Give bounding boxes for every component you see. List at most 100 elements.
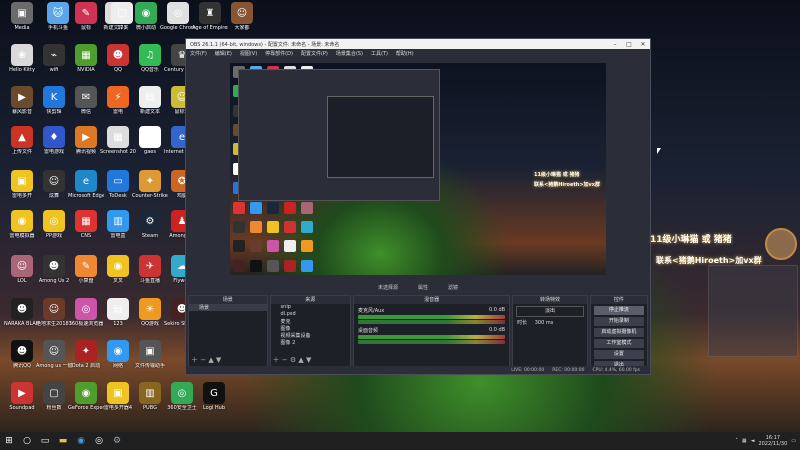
desktop-icon[interactable]: ▥ PUBG bbox=[132, 382, 168, 411]
desktop-icon[interactable]: ◎ PP游戏 bbox=[36, 210, 72, 239]
desktop-icon[interactable]: K 快剪辑 bbox=[36, 86, 72, 115]
desktop-icon[interactable]: ☻ QQ bbox=[100, 44, 136, 73]
desktop-icon[interactable]: ☺ LOL bbox=[4, 255, 40, 284]
obs-window[interactable]: OBS 26.1.1 (64-bit, windows) - 配置文件: 未命名… bbox=[185, 38, 651, 375]
edge-icon[interactable]: ◉ bbox=[72, 432, 90, 450]
desktop-icon[interactable]: ▤ 新建文本 bbox=[132, 86, 168, 115]
desktop-icon[interactable]: ▶ 暴风影音 bbox=[4, 86, 40, 115]
desktop-icon[interactable]: ◉ 微小启动 bbox=[128, 2, 164, 31]
desktop-icon[interactable]: ▣ 文件传输助手 bbox=[132, 340, 168, 369]
studio-mode-button[interactable]: 工作室模式 bbox=[593, 339, 645, 348]
source-item[interactable]: 图像 bbox=[271, 325, 350, 332]
menu-tools[interactable]: 工具(T) bbox=[371, 50, 388, 57]
volume-icon[interactable]: ◄ bbox=[751, 438, 755, 444]
desktop-icon[interactable]: ▣ Media bbox=[4, 2, 40, 31]
desktop-icon[interactable]: ▦ CNS bbox=[68, 210, 104, 239]
maximize-icon[interactable]: □ bbox=[622, 41, 636, 48]
menu-docks[interactable]: 停靠部件(D) bbox=[265, 50, 293, 57]
tray-chevron-icon[interactable]: ˄ bbox=[735, 438, 738, 444]
desktop-icon[interactable]: ▣ 雷电多开 bbox=[4, 170, 40, 199]
minimize-icon[interactable]: – bbox=[608, 41, 622, 48]
desktop-icon[interactable]: ▤ 123 bbox=[100, 298, 136, 327]
desktop-icon[interactable]: ✉ 微信 bbox=[68, 86, 104, 115]
notifications-icon[interactable]: ▭ bbox=[791, 438, 796, 444]
desktop-icon[interactable]: ▶ 腾讯视频 bbox=[68, 126, 104, 155]
desktop-icon[interactable]: ◉ 雷电模拟器 bbox=[4, 210, 40, 239]
desktop-icon[interactable]: ♦ 雷电游戏 bbox=[36, 126, 72, 155]
duration-value[interactable]: 300 ms bbox=[535, 320, 554, 326]
menu-scene-collection[interactable]: 场景集合(S) bbox=[336, 50, 363, 57]
desktop-icon[interactable]: ▦Screenshot 2022123... bbox=[100, 126, 136, 155]
source-item[interactable]: 图像 2 bbox=[271, 339, 350, 346]
desktop-icon[interactable]: ◎ 360安全卫士 bbox=[164, 382, 200, 411]
volume-meter[interactable] bbox=[358, 315, 506, 319]
desktop-icon[interactable]: ☺ 大家都 bbox=[224, 2, 260, 31]
menu-view[interactable]: 视图(V) bbox=[240, 50, 257, 57]
sources-controls[interactable]: ＋ − ⚙ ▲ ▼ bbox=[273, 355, 312, 365]
close-icon[interactable]: ✕ bbox=[636, 41, 650, 48]
desktop-icon[interactable]: ▶ Soundpad bbox=[4, 382, 40, 411]
network-icon[interactable]: ▦ bbox=[742, 438, 747, 444]
task-view-icon[interactable]: ▭ bbox=[36, 432, 54, 450]
file-explorer-icon[interactable]: ▬ bbox=[54, 432, 72, 450]
desktop-icon[interactable]: ☻ Among Us 2 bbox=[36, 255, 72, 284]
desktop-icon[interactable]: ⚙ Steam bbox=[132, 210, 168, 239]
desktop-icon[interactable]: ✈ 斗鱼直播 bbox=[132, 255, 168, 284]
desktop-icon[interactable]: ▭ ToDesk bbox=[100, 170, 136, 199]
obs-titlebar[interactable]: OBS 26.1.1 (64-bit, windows) - 配置文件: 未命名… bbox=[186, 39, 650, 49]
desktop-icon[interactable]: ✦ Dota 2 启动 bbox=[68, 340, 104, 369]
desktop-icon[interactable]: ◉ 网络 bbox=[100, 340, 136, 369]
properties-button[interactable]: 属性 bbox=[418, 284, 428, 291]
stop-streaming-button[interactable]: 停止推流 bbox=[593, 306, 645, 315]
transition-select[interactable]: 淡出 bbox=[516, 306, 584, 317]
search-icon[interactable]: ○ bbox=[18, 432, 36, 450]
desktop-icon[interactable]: ◎ 360极速浏览器 bbox=[68, 298, 104, 327]
start-recording-button[interactable]: 开始录制 bbox=[593, 317, 645, 326]
desktop-icon[interactable]: ◉GeForce Experience bbox=[68, 382, 104, 411]
obs-icon[interactable]: ◎ bbox=[90, 432, 108, 450]
desktop-icon[interactable]: ✎ 小算盘 bbox=[68, 255, 104, 284]
desktop-icon[interactable]: ♫ QQ音乐 bbox=[132, 44, 168, 73]
desktop-icon[interactable]: ☻ 腾讯QQ bbox=[4, 340, 40, 369]
desktop-icon[interactable]: ▦ NVIDIA bbox=[68, 44, 104, 73]
start-icon[interactable]: ⊞ bbox=[0, 432, 18, 450]
source-item[interactable]: di.psd bbox=[271, 311, 350, 318]
desktop-icon[interactable]: ▲ 上传文件 bbox=[4, 126, 40, 155]
volume-slider[interactable] bbox=[358, 320, 506, 324]
menu-help[interactable]: 帮助(H) bbox=[396, 50, 414, 57]
filters-button[interactable]: 滤镜 bbox=[448, 284, 458, 291]
steam-icon[interactable]: ⚙ bbox=[108, 432, 126, 450]
desktop-icon[interactable]: ☀ QQ游戏 bbox=[132, 298, 168, 327]
desktop-icon[interactable]: ☺Among us 一键汉化 bbox=[36, 340, 72, 369]
menu-profile[interactable]: 配置文件(P) bbox=[301, 50, 328, 57]
desktop-icon[interactable]: ☻NARAKA BLADEPOI... bbox=[4, 298, 40, 327]
scene-item[interactable]: 场景 bbox=[189, 304, 267, 311]
volume-meter[interactable] bbox=[358, 335, 506, 339]
desktop-icon[interactable]: ☺绝地求生2018101... bbox=[36, 298, 72, 327]
desktop-icon[interactable]: ❀ Hello Kitty bbox=[4, 44, 40, 73]
obs-preview[interactable]: 11级小琳猫 或 猪猪 联系<猪鹅Hiroeth>加vx群 bbox=[230, 63, 606, 275]
source-item[interactable]: 麦克 bbox=[271, 318, 350, 325]
desktop-icon[interactable]: ⌁ wifi bbox=[36, 44, 72, 73]
desktop-icon[interactable]: ☺ 炫舞 bbox=[36, 170, 72, 199]
scenes-controls[interactable]: ＋ − ▲ ▼ bbox=[191, 355, 221, 365]
desktop-icon[interactable]: ▢ gaes bbox=[132, 126, 168, 155]
settings-button[interactable]: 设置 bbox=[593, 350, 645, 359]
desktop-icon[interactable]: ✦Counter-Strike Global Off bbox=[132, 170, 168, 199]
desktop-icon[interactable]: ▣ 雷电多开器4 bbox=[100, 382, 136, 411]
desktop-icon[interactable]: e Microsoft Edge bbox=[68, 170, 104, 199]
desktop-icon[interactable]: ⚡ 雷电 bbox=[100, 86, 136, 115]
source-item[interactable]: snip bbox=[271, 304, 350, 311]
clock[interactable]: 16:17 2022/11/30 bbox=[758, 435, 787, 447]
menu-edit[interactable]: 编辑(E) bbox=[215, 50, 232, 57]
desktop-icon[interactable]: ◎ Google Chrome bbox=[160, 2, 196, 31]
desktop-icon[interactable]: ♜Age of Empires IV bbox=[192, 2, 228, 31]
desktop-icon[interactable]: G Logi Hub bbox=[196, 382, 232, 411]
desktop-icon[interactable]: ▢ 粉丝数 bbox=[36, 382, 72, 411]
desktop-icon[interactable]: ▥ 雷电盒 bbox=[100, 210, 136, 239]
desktop-icon[interactable]: ◉ 叉叉 bbox=[100, 255, 136, 284]
volume-slider[interactable] bbox=[358, 340, 506, 344]
source-item[interactable]: 视频采集设备 bbox=[271, 332, 350, 339]
virtual-camera-button[interactable]: 启动虚拟摄像机 bbox=[593, 328, 645, 337]
menu-file[interactable]: 文件(F) bbox=[190, 50, 207, 57]
